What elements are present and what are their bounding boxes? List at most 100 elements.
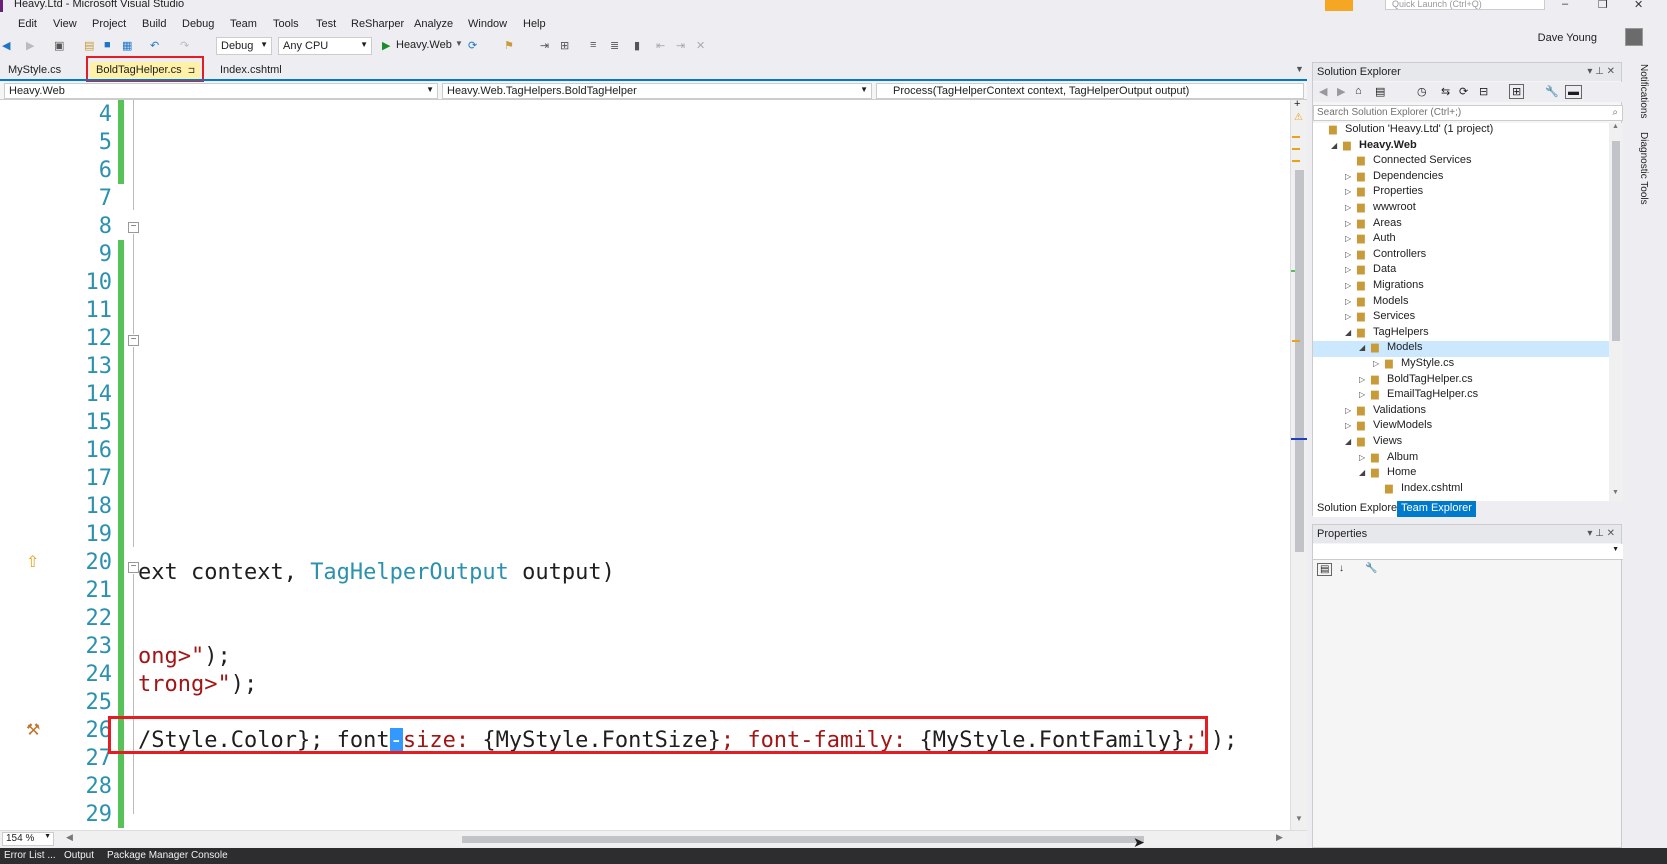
run-target-button[interactable]: Heavy.Web <box>396 39 452 51</box>
menu-view[interactable]: View <box>53 18 77 30</box>
expand-icon[interactable]: ▷ <box>1373 359 1385 368</box>
collapse-icon[interactable]: − <box>128 335 139 346</box>
properties-wrench-icon[interactable]: 🔧 <box>1545 85 1559 98</box>
editor-vertical-scrollbar[interactable]: + ⚠ ▼ <box>1290 98 1307 830</box>
minimize-icon[interactable]: – <box>1562 0 1568 10</box>
tree-item[interactable]: ▷ ▆ Dependencies <box>1313 170 1609 186</box>
alphabetical-icon[interactable]: ↓ <box>1339 563 1344 574</box>
forward-icon[interactable]: ▶ <box>1337 85 1345 98</box>
expand-icon[interactable]: ▷ <box>1345 203 1357 212</box>
menu-tools[interactable]: Tools <box>273 18 299 30</box>
start-icon[interactable]: ▶ <box>382 39 390 52</box>
scroll-left-icon[interactable]: ◀ <box>66 832 73 843</box>
expand-icon[interactable]: ▷ <box>1345 421 1357 430</box>
tree-item[interactable]: ▆ Solution 'Heavy.Ltd' (1 project) <box>1313 123 1609 139</box>
menu-test[interactable]: Test <box>316 18 336 30</box>
property-pages-icon[interactable]: 🔧 <box>1365 563 1377 574</box>
redo-icon[interactable]: ↷ <box>180 39 189 52</box>
new-project-icon[interactable]: ▣ <box>54 39 64 52</box>
collapse-icon[interactable]: − <box>128 222 139 233</box>
expand-icon[interactable]: ▷ <box>1345 297 1357 306</box>
scroll-up-icon[interactable]: ▲ <box>1612 123 1619 130</box>
expanded-icon[interactable]: ◢ <box>1359 468 1371 477</box>
tree-item[interactable]: ▷ ▆ Data <box>1313 263 1609 279</box>
show-all-files-icon[interactable]: ⊞ <box>1509 84 1525 99</box>
tab-index-cshtml[interactable]: Index.cshtml <box>214 62 288 79</box>
tree-item[interactable]: ▷ ▆ Areas <box>1313 217 1609 233</box>
zoom-dropdown[interactable]: 154 % ▼ <box>2 832 54 846</box>
menu-help[interactable]: Help <box>523 18 546 30</box>
restore-icon[interactable]: ❐ <box>1598 0 1608 11</box>
horizontal-scroll-thumb[interactable] <box>462 836 1144 843</box>
next-bookmark-icon[interactable]: ⇥ <box>676 39 685 52</box>
categorized-icon[interactable]: ▤ <box>1317 563 1333 576</box>
tab-error-list[interactable]: Error List ... <box>4 850 56 861</box>
code-editor[interactable]: 4 5 6 7 8 9 10 11 12 13 14 15 16 17 18 1… <box>0 100 1290 830</box>
tab-mystyle[interactable]: MyStyle.cs <box>2 62 67 79</box>
preview-icon[interactable]: ▬ <box>1565 85 1582 99</box>
expanded-icon[interactable]: ◢ <box>1345 437 1357 446</box>
clear-bookmark-icon[interactable]: ✕ <box>696 39 705 52</box>
tree-item[interactable]: ▷ ▆ BoldTagHelper.cs <box>1313 373 1609 389</box>
scroll-down-icon[interactable]: ▼ <box>1295 814 1303 823</box>
scroll-thumb[interactable] <box>1612 141 1620 341</box>
quick-action-hammer-icon[interactable]: ⚒ <box>26 720 40 740</box>
tree-item[interactable]: ▷ ▆ Auth <box>1313 232 1609 248</box>
type-dropdown[interactable]: Heavy.Web.TagHelpers.BoldTagHelper ▼ <box>442 83 872 99</box>
menu-debug[interactable]: Debug <box>182 18 214 30</box>
refresh-icon[interactable]: ⟳ <box>1459 85 1468 98</box>
back-icon[interactable]: ◀ <box>2 39 10 52</box>
menu-project[interactable]: Project <box>92 18 126 30</box>
tab-diagnostic-tools[interactable]: Diagnostic Tools <box>1638 132 1649 205</box>
tab-notifications[interactable]: Notifications <box>1638 64 1649 118</box>
tree-item[interactable]: ▆ Connected Services <box>1313 154 1609 170</box>
expand-icon[interactable]: ▷ <box>1345 234 1357 243</box>
tree-item[interactable]: ▷ ▆ Validations <box>1313 404 1609 420</box>
platform-dropdown[interactable]: Any CPU ▼ <box>278 37 372 55</box>
back-icon[interactable]: ◀ <box>1319 85 1327 98</box>
forward-icon[interactable]: ▶ <box>26 39 34 52</box>
prev-bookmark-icon[interactable]: ⇤ <box>656 39 665 52</box>
tree-item[interactable]: ▷ ▆ wwwroot <box>1313 201 1609 217</box>
tree-item[interactable]: ▷ ▆ EmailTagHelper.cs <box>1313 388 1609 404</box>
uncomment-icon[interactable]: ≣ <box>610 39 619 52</box>
tree-item[interactable]: ◢ ▆ Models <box>1313 341 1609 358</box>
expand-icon[interactable]: ▷ <box>1345 172 1357 181</box>
expanded-icon[interactable]: ◢ <box>1345 328 1357 337</box>
menu-analyze[interactable]: Analyze <box>414 18 453 30</box>
member-dropdown[interactable]: Process(TagHelperContext context, TagHel… <box>876 83 1304 99</box>
override-glyph-icon[interactable]: ⇧ <box>26 552 39 572</box>
comment-icon[interactable]: ≡ <box>590 39 596 51</box>
tree-item[interactable]: ◢ ▆ TagHelpers <box>1313 326 1609 342</box>
home-icon[interactable]: ⌂ <box>1355 85 1362 97</box>
scroll-down-icon[interactable]: ▼ <box>1612 489 1619 496</box>
tree-item[interactable]: ▷ ▆ Properties <box>1313 185 1609 201</box>
tab-team-explorer[interactable]: Team Explorer <box>1397 501 1476 517</box>
step-icon[interactable]: ⇥ <box>540 39 549 52</box>
expand-icon[interactable]: ▷ <box>1345 406 1357 415</box>
expand-icon[interactable]: ▷ <box>1359 390 1371 399</box>
feedback-flag-icon[interactable] <box>1325 0 1353 11</box>
collapse-all-icon[interactable]: ⊟ <box>1479 85 1488 98</box>
save-icon[interactable]: ■ <box>104 39 111 51</box>
switch-view-icon[interactable]: ▤ <box>1375 85 1385 98</box>
solution-tree-scrollbar[interactable]: ▲ ▼ <box>1609 123 1623 501</box>
tab-overflow-icon[interactable]: ▼ <box>1295 64 1304 74</box>
expand-icon[interactable]: ▷ <box>1345 281 1357 290</box>
panel-controls-icon[interactable]: ▾ ⊥ ✕ <box>1587 66 1615 77</box>
tree-item[interactable]: ▷ ▆ MyStyle.cs <box>1313 357 1609 373</box>
refresh-icon[interactable]: ⟳ <box>468 39 477 52</box>
tree-item[interactable]: ▷ ▆ Migrations <box>1313 279 1609 295</box>
expanded-icon[interactable]: ◢ <box>1359 343 1371 352</box>
chevron-down-icon[interactable]: ▼ <box>455 39 463 48</box>
open-icon[interactable]: ▤ <box>84 39 94 52</box>
panel-controls-icon[interactable]: ▾ ⊥ ✕ <box>1587 528 1615 539</box>
tree-item[interactable]: ◢ ▆ Home <box>1313 466 1609 482</box>
close-icon[interactable]: ✕ <box>1634 0 1643 11</box>
config-dropdown[interactable]: Debug ▼ <box>216 37 272 55</box>
tree-item[interactable]: ◢ ▆ Views <box>1313 435 1609 451</box>
expand-icon[interactable]: ▷ <box>1345 265 1357 274</box>
tree-item[interactable]: ▷ ▆ Controllers <box>1313 248 1609 264</box>
solution-search-input[interactable]: Search Solution Explorer (Ctrl+;) ⌕ <box>1313 105 1623 121</box>
expand-icon[interactable]: ▷ <box>1345 187 1357 196</box>
